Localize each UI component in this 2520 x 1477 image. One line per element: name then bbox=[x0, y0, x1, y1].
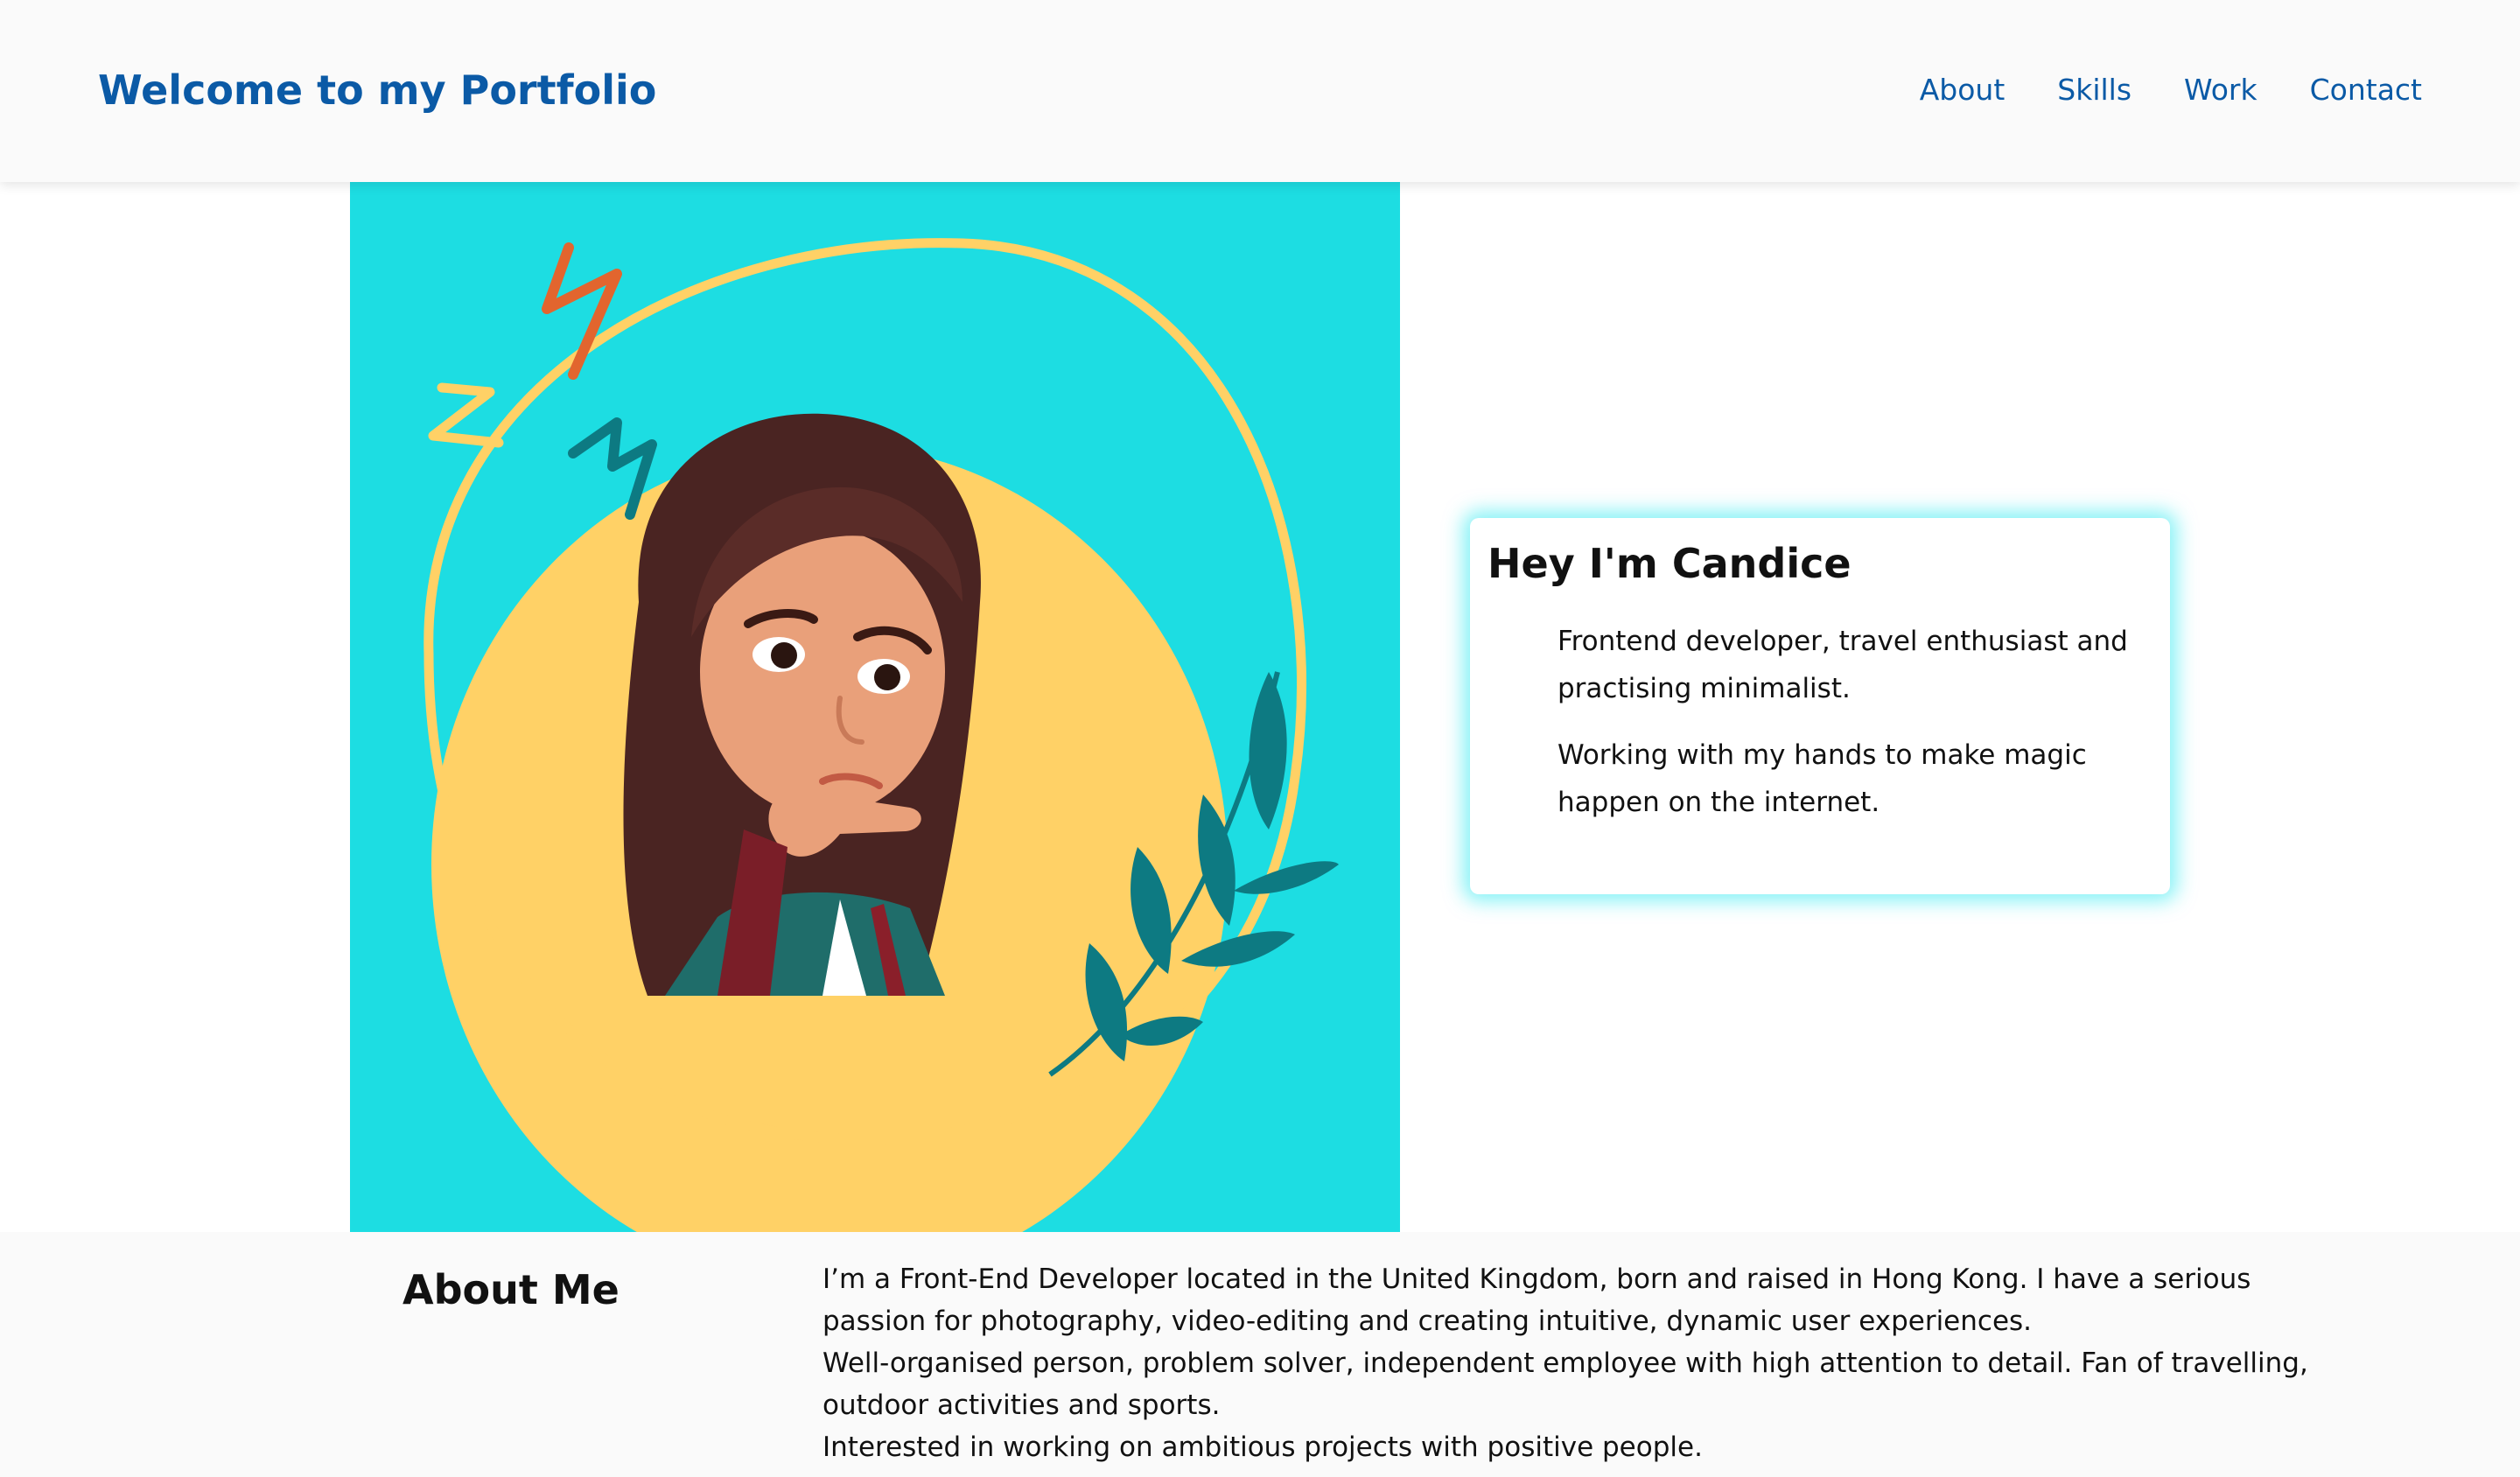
about-heading: About Me bbox=[402, 1266, 620, 1313]
nav-link-contact[interactable]: Contact bbox=[2310, 72, 2422, 108]
intro-line: Frontend developer, travel enthusiast an… bbox=[1558, 626, 2128, 704]
intro-card: Hey I'm Candice Frontend developer, trav… bbox=[1470, 518, 2170, 894]
about-paragraph: I’m a Front-End Developer located in the… bbox=[822, 1264, 2251, 1337]
intro-list: Frontend developer, travel enthusiast an… bbox=[1488, 618, 2152, 826]
about-paragraph: Well-organised person, problem solver, i… bbox=[822, 1348, 2308, 1421]
avatar-image bbox=[350, 182, 1400, 1232]
about-paragraph: Interested in working on ambitious proje… bbox=[822, 1432, 1703, 1463]
about-text: I’m a Front-End Developer located in the… bbox=[822, 1258, 2328, 1468]
intro-line: Working with my hands to make magic happ… bbox=[1558, 739, 2087, 818]
nav-link-work[interactable]: Work bbox=[2184, 72, 2258, 108]
nav-link-skills[interactable]: Skills bbox=[2057, 72, 2132, 108]
site-header: Welcome to my Portfolio About Skills Wor… bbox=[0, 0, 2520, 182]
nav-link-about[interactable]: About bbox=[1920, 72, 2006, 108]
main-nav: About Skills Work Contact bbox=[1920, 72, 2422, 108]
site-title[interactable]: Welcome to my Portfolio bbox=[98, 66, 656, 114]
about-section: About Me I’m a Front-End Developer locat… bbox=[0, 1232, 2520, 1477]
intro-heading: Hey I'm Candice bbox=[1488, 540, 1852, 587]
